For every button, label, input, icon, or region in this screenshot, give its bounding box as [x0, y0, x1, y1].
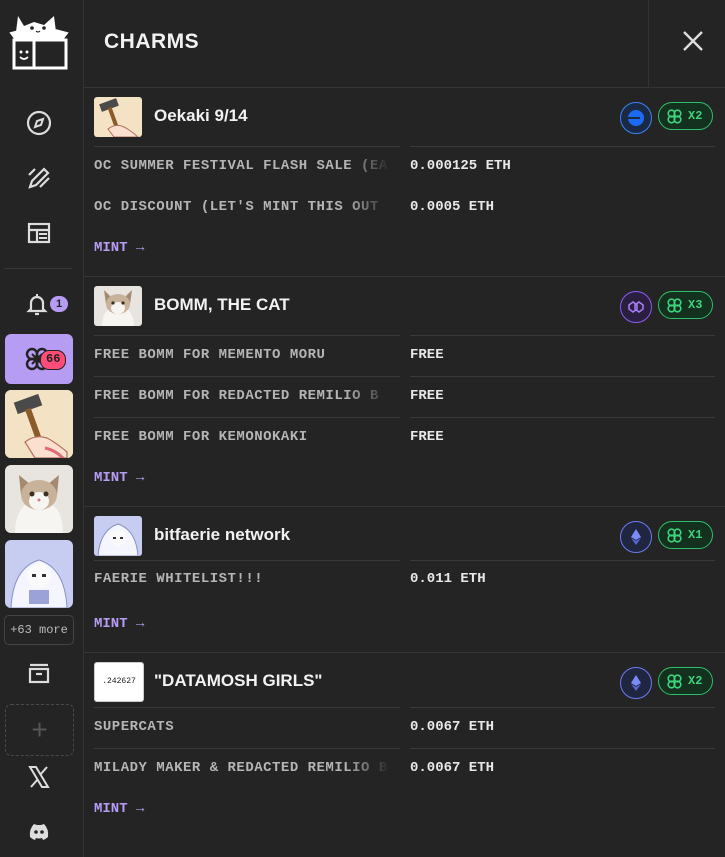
- project-image: [94, 286, 142, 326]
- multiplier-badge: X3: [658, 291, 713, 319]
- mint-phase-row[interactable]: MILADY MAKER & REDACTED REMILIO B 0.0067…: [84, 748, 725, 789]
- phase-price: 0.000125 ETH: [410, 158, 511, 174]
- phase-price: FREE: [410, 429, 444, 445]
- mint-link[interactable]: MINT →: [84, 458, 725, 506]
- mint-phase-row[interactable]: OC DISCOUNT (LET'S MINT THIS OUT 0.0005 …: [84, 187, 725, 228]
- phase-name: FREE BOMM FOR MEMENTO MORU: [94, 347, 326, 363]
- phase-price: 0.0067 ETH: [410, 719, 495, 735]
- phase-price: FREE: [410, 388, 444, 404]
- archive-box-icon[interactable]: [22, 656, 56, 690]
- polygon-chain-icon: [620, 291, 652, 323]
- close-icon[interactable]: [680, 28, 706, 54]
- project-image: .242627: [94, 662, 144, 702]
- clover-icon: [667, 527, 682, 543]
- multiplier-value: X2: [688, 109, 703, 123]
- notifications-bell-icon[interactable]: [20, 287, 54, 321]
- mint-phase-row[interactable]: FREE BOMM FOR REDACTED REMILIO B FREE: [84, 376, 725, 417]
- phase-price: FREE: [410, 347, 444, 363]
- mint-phase-row[interactable]: FREE BOMM FOR MEMENTO MORU FREE: [84, 335, 725, 376]
- x-twitter-icon[interactable]: [22, 760, 56, 794]
- project-image: [94, 516, 142, 556]
- multiplier-value: X3: [688, 298, 703, 312]
- mint-phase-row[interactable]: FAERIE WHITELIST!!! 0.011 ETH: [84, 555, 725, 596]
- multiplier-badge: X1: [658, 521, 713, 549]
- clover-icon: [667, 673, 682, 689]
- charm-projects-list: Oekaki 9/14 X2 OC SUMMER FESTIVAL FLASH …: [84, 88, 725, 837]
- ethereum-chain-icon: [620, 521, 652, 553]
- create-pen-icon[interactable]: [22, 161, 56, 195]
- phase-name: FAERIE WHITELIST!!!: [94, 571, 264, 587]
- project-thumb-oekaki[interactable]: [5, 390, 73, 458]
- phase-name: OC DISCOUNT (LET'S MINT THIS OUT: [94, 199, 379, 215]
- project-card-header: .242627 "DATAMOSH GIRLS" X2: [84, 653, 725, 707]
- plus-icon: +: [31, 714, 48, 745]
- project-name: Oekaki 9/14: [154, 106, 248, 125]
- gallery-layout-icon[interactable]: [22, 216, 56, 250]
- header-divider: [648, 0, 649, 87]
- add-project-button[interactable]: +: [5, 704, 74, 756]
- charm-count-badge: 66: [40, 350, 67, 370]
- project-card-oekaki: Oekaki 9/14 X2 OC SUMMER FESTIVAL FLASH …: [84, 88, 725, 277]
- sidebar: 1 66 +63 more +: [0, 0, 84, 857]
- mint-link[interactable]: MINT →: [84, 789, 725, 837]
- panel-header: CHARMS: [84, 0, 725, 88]
- project-name: bitfaerie network: [154, 525, 291, 544]
- clover-icon: [667, 297, 682, 313]
- base-chain-icon: [620, 102, 652, 134]
- row-divider: [410, 376, 715, 377]
- project-card-bitfaerie: bitfaerie network X1 FAERIE WHITELIST!!!…: [84, 507, 725, 653]
- mint-phase-row[interactable]: SUPERCATS 0.0067 ETH: [84, 707, 725, 748]
- more-projects-link[interactable]: +63 more: [4, 615, 74, 645]
- page-title: CHARMS: [104, 30, 200, 53]
- project-name: BOMM, THE CAT: [154, 295, 290, 314]
- phase-price: 0.0005 ETH: [410, 199, 495, 215]
- multiplier-value: X2: [688, 674, 703, 688]
- phase-name: FREE BOMM FOR REDACTED REMILIO B: [94, 388, 379, 404]
- multiplier-badge: X2: [658, 667, 713, 695]
- phase-price: 0.011 ETH: [410, 571, 486, 587]
- mint-phase-row[interactable]: FREE BOMM FOR KEMONOKAKI FREE: [84, 417, 725, 458]
- project-card-header: BOMM, THE CAT X3: [84, 277, 725, 335]
- row-divider: [410, 335, 715, 336]
- sidebar-divider: [4, 268, 72, 269]
- phase-name: MILADY MAKER & REDACTED REMILIO B: [94, 760, 388, 776]
- multiplier-value: X1: [688, 528, 703, 542]
- project-logo-text: .242627: [102, 677, 136, 686]
- phase-name: OC SUMMER FESTIVAL FLASH SALE (EA: [94, 158, 388, 174]
- project-image: [94, 97, 142, 137]
- phase-price: 0.0067 ETH: [410, 760, 495, 776]
- project-card-header: bitfaerie network X1: [84, 507, 725, 556]
- project-card-bomm: BOMM, THE CAT X3 FREE BOMM FOR MEMENTO M…: [84, 277, 725, 507]
- project-card-header: Oekaki 9/14 X2: [84, 88, 725, 146]
- discord-icon[interactable]: [22, 815, 56, 849]
- phase-name: SUPERCATS: [94, 719, 175, 735]
- clover-icon: [667, 108, 682, 124]
- project-thumb-bitfaerie[interactable]: [5, 540, 73, 608]
- mint-phase-row[interactable]: OC SUMMER FESTIVAL FLASH SALE (EA 0.0001…: [84, 146, 725, 187]
- ethereum-chain-icon: [620, 667, 652, 699]
- project-card-datamosh: .242627 "DATAMOSH GIRLS" X2 SUPERCATS 0.…: [84, 653, 725, 837]
- project-name: "DATAMOSH GIRLS": [154, 671, 323, 690]
- notification-count-badge: 1: [50, 296, 68, 312]
- multiplier-badge: X2: [658, 102, 713, 130]
- project-thumb-bomm-cat[interactable]: [5, 465, 73, 533]
- logo-cat-box-icon[interactable]: [4, 10, 74, 70]
- mint-link[interactable]: MINT →: [84, 228, 725, 276]
- row-divider: [410, 417, 715, 418]
- explore-compass-icon[interactable]: [22, 106, 56, 140]
- phase-name: FREE BOMM FOR KEMONOKAKI: [94, 429, 308, 445]
- mint-link[interactable]: MINT →: [84, 596, 725, 652]
